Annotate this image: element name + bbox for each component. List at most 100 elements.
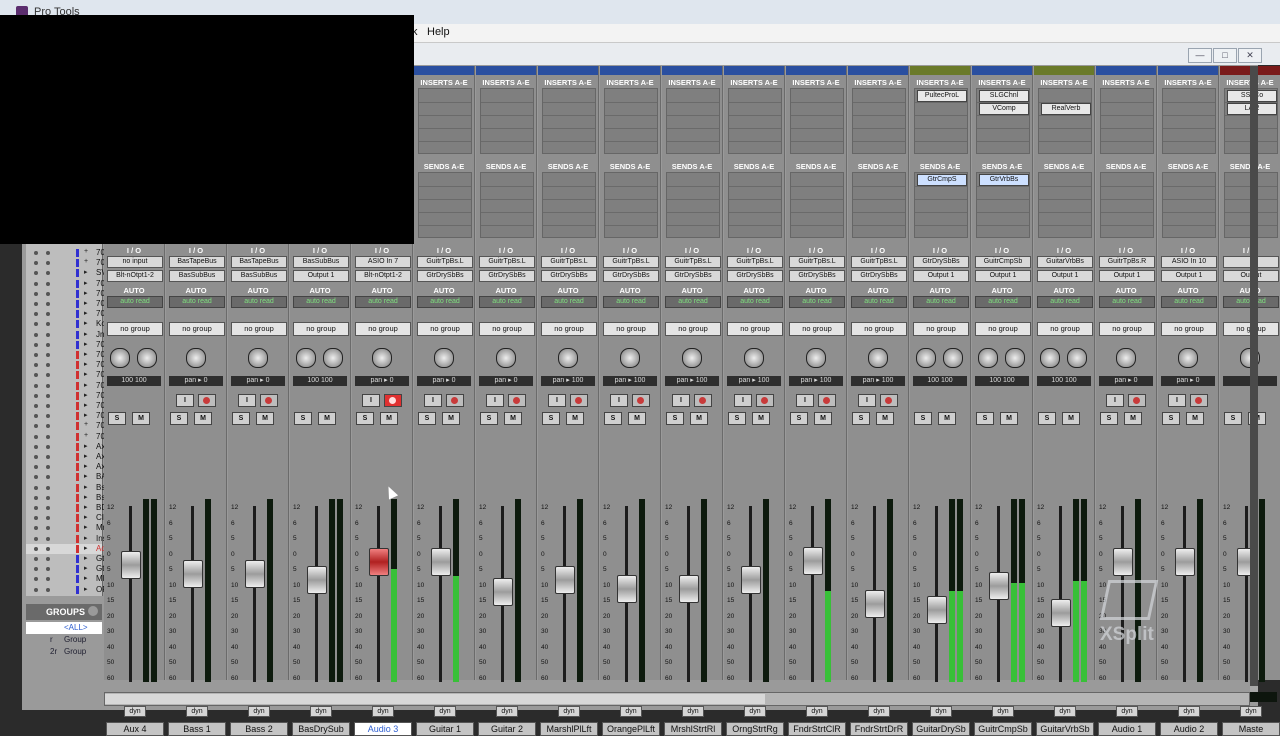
group-selector[interactable]: no group xyxy=(851,322,907,336)
sends-slots[interactable] xyxy=(1038,172,1092,238)
solo-button[interactable]: S xyxy=(542,412,560,425)
sends-slots[interactable] xyxy=(418,172,472,238)
pan-right-knob[interactable] xyxy=(943,348,963,368)
track-show-icon[interactable] xyxy=(46,291,50,296)
track-show-icon[interactable] xyxy=(46,332,50,337)
mute-button[interactable]: M xyxy=(1186,412,1204,425)
volume-fader[interactable] xyxy=(803,546,823,575)
track-visible-icon[interactable] xyxy=(34,557,38,561)
track-visible-icon[interactable] xyxy=(34,281,38,286)
dyn-button[interactable]: dyn xyxy=(372,706,394,717)
input-selector[interactable]: GuitrTpBs.L xyxy=(417,256,473,268)
track-name[interactable]: Audio 3 xyxy=(354,722,412,736)
mute-button[interactable]: M xyxy=(938,412,956,425)
input-monitor-button[interactable]: I xyxy=(1168,394,1186,407)
pan-right-knob[interactable] xyxy=(1005,348,1025,368)
track-list-item[interactable]: ▸ 700 xyxy=(26,411,109,421)
insert-plugin[interactable]: RealVerb xyxy=(1041,103,1091,115)
input-selector[interactable]: GuitrCmpSb xyxy=(975,256,1031,268)
track-list-item[interactable]: +700 xyxy=(26,258,109,268)
input-selector[interactable]: GuitrTpBs.L xyxy=(727,256,783,268)
track-name[interactable]: MarshlPlLft xyxy=(540,722,598,736)
solo-button[interactable]: S xyxy=(1100,412,1118,425)
pan-knob[interactable] xyxy=(186,348,206,368)
group-item[interactable]: 2r Group xyxy=(26,646,102,658)
track-name[interactable]: Audio 1 xyxy=(1098,722,1156,736)
dyn-button[interactable]: dyn xyxy=(124,706,146,717)
track-show-icon[interactable] xyxy=(46,516,50,521)
inserts-slots[interactable] xyxy=(542,88,596,154)
output-selector[interactable]: Blt-nOtpt1-2 xyxy=(107,270,163,282)
input-selector[interactable]: GuitrTpBs.L xyxy=(541,256,597,268)
input-monitor-button[interactable]: I xyxy=(176,394,194,407)
sends-slots[interactable] xyxy=(604,172,658,238)
sends-slots[interactable] xyxy=(1162,172,1216,238)
track-list-item[interactable]: ▸ 700 xyxy=(26,340,109,350)
input-selector[interactable]: BasTapeBus xyxy=(231,256,287,268)
track-name[interactable]: Guitar 2 xyxy=(478,722,536,736)
track-name[interactable]: Bass 1 xyxy=(168,722,226,736)
track-list-item[interactable]: ▸ 700 xyxy=(26,279,109,289)
solo-button[interactable]: S xyxy=(604,412,622,425)
track-visible-icon[interactable] xyxy=(34,485,38,490)
output-selector[interactable]: Output 1 xyxy=(1161,270,1217,282)
track-visible-icon[interactable] xyxy=(34,475,38,480)
mute-button[interactable]: M xyxy=(876,412,894,425)
automation-mode-selector[interactable]: auto read xyxy=(603,296,659,308)
track-list-item[interactable]: +700 xyxy=(26,248,109,258)
solo-button[interactable]: S xyxy=(852,412,870,425)
dyn-button[interactable]: dyn xyxy=(1240,706,1262,717)
input-selector[interactable]: GtrDrySbBs xyxy=(913,256,969,268)
track-show-icon[interactable] xyxy=(46,495,50,500)
volume-fader[interactable] xyxy=(741,566,761,594)
track-show-icon[interactable] xyxy=(46,557,50,561)
automation-mode-selector[interactable]: auto read xyxy=(665,296,721,308)
automation-mode-selector[interactable]: auto read xyxy=(727,296,783,308)
automation-mode-selector[interactable]: auto read xyxy=(479,296,535,308)
dyn-button[interactable]: dyn xyxy=(558,706,580,717)
group-selector[interactable]: no group xyxy=(107,322,163,336)
solo-button[interactable]: S xyxy=(480,412,498,425)
dyn-button[interactable]: dyn xyxy=(496,706,518,717)
record-enable-button[interactable] xyxy=(384,394,402,407)
track-list-item[interactable]: ▸ CIF xyxy=(26,513,109,523)
track-visible-icon[interactable] xyxy=(34,322,38,327)
track-visible-icon[interactable] xyxy=(34,302,38,306)
track-show-icon[interactable] xyxy=(46,465,50,470)
volume-fader[interactable] xyxy=(369,548,389,576)
mute-button[interactable]: M xyxy=(814,412,832,425)
track-name[interactable]: Bass 2 xyxy=(230,722,288,736)
solo-button[interactable]: S xyxy=(728,412,746,425)
track-show-icon[interactable] xyxy=(46,383,50,388)
output-selector[interactable]: GtrDrySbBs xyxy=(603,270,659,282)
input-selector[interactable]: ASIO In 7 xyxy=(355,256,411,268)
pan-right-knob[interactable] xyxy=(323,348,343,368)
solo-button[interactable]: S xyxy=(666,412,684,425)
input-monitor-button[interactable]: I xyxy=(858,394,876,407)
pan-left-knob[interactable] xyxy=(296,348,316,368)
solo-button[interactable]: S xyxy=(108,412,126,425)
send-slot[interactable]: GtrCmpS xyxy=(917,174,967,186)
mute-button[interactable]: M xyxy=(194,412,212,425)
track-show-icon[interactable] xyxy=(46,434,50,439)
group-selector[interactable]: no group xyxy=(913,322,969,336)
dyn-button[interactable]: dyn xyxy=(744,706,766,717)
track-name[interactable]: FndrStrtDrR xyxy=(850,722,908,736)
output-selector[interactable]: GtrDrySbBs xyxy=(789,270,845,282)
group-item[interactable]: <ALL> xyxy=(26,622,102,634)
pan-left-knob[interactable] xyxy=(110,348,130,368)
close-button[interactable]: ✕ xyxy=(1238,48,1262,63)
solo-button[interactable]: S xyxy=(1162,412,1180,425)
automation-mode-selector[interactable]: auto read xyxy=(293,296,349,308)
sends-slots[interactable] xyxy=(728,172,782,238)
track-visible-icon[interactable] xyxy=(34,495,38,500)
solo-button[interactable]: S xyxy=(1038,412,1056,425)
input-monitor-button[interactable]: I xyxy=(548,394,566,407)
automation-mode-selector[interactable]: auto read xyxy=(541,296,597,308)
solo-button[interactable]: S xyxy=(914,412,932,425)
volume-fader[interactable] xyxy=(555,566,575,594)
group-selector[interactable]: no group xyxy=(169,322,225,336)
solo-button[interactable]: S xyxy=(790,412,808,425)
track-visible-icon[interactable] xyxy=(34,383,38,388)
track-visible-icon[interactable] xyxy=(34,526,38,531)
